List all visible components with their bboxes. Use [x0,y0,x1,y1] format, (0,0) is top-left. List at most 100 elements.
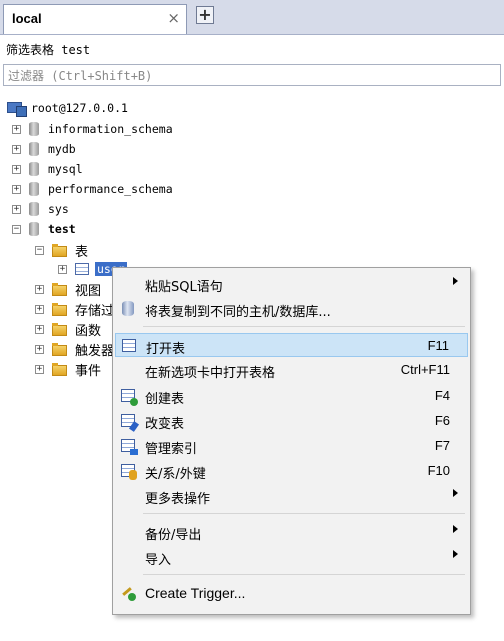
expand-icon[interactable]: + [12,204,21,214]
filter-title: 筛选表格 test [6,43,91,57]
menu-item-label: 更多表操作 [145,492,211,507]
db-label: mydb [48,142,76,156]
menu-item-open-new-tab[interactable]: 在新选项卡中打开表格 Ctrl+F11 [115,358,468,382]
table-icon [122,339,136,352]
menu-separator [143,513,465,514]
folder-label: 触发器 [75,343,115,359]
tab-label: local [12,11,42,26]
menu-item-label: 创建表 [145,392,185,407]
tree-db-row[interactable]: + information_schema [12,119,173,139]
tree-folder-row[interactable]: + 事件 [35,359,101,379]
database-icon [29,202,39,216]
menu-separator [143,326,465,327]
tree-folder-row[interactable]: + 存储过 [35,299,114,319]
tree-folder-row[interactable]: + 视图 [35,279,101,299]
expand-icon[interactable]: + [58,264,67,274]
menu-item-label: 导入 [145,553,172,568]
tree-db-row-test[interactable]: − test [12,219,76,239]
menu-item-label: 在新选项卡中打开表格 [145,366,276,381]
menu-item-shortcut: F11 [427,338,449,353]
expand-icon[interactable]: + [35,304,44,314]
tree-folder-tables[interactable]: − 表 [35,240,88,260]
menu-item-create-table[interactable]: 创建表 F4 [115,384,468,408]
menu-item-label: Create Trigger... [145,585,246,601]
database-copy-icon [122,301,134,316]
menu-item-import[interactable]: 导入 [115,545,468,569]
expand-icon[interactable]: + [12,164,21,174]
tree-db-row[interactable]: + performance_schema [12,179,173,199]
menu-item-open-table[interactable]: 打开表 F11 [115,333,468,357]
menu-item-foreign-keys[interactable]: 关/系/外键 F10 [115,459,468,483]
expand-icon[interactable]: + [12,144,21,154]
menu-item-more-table-ops[interactable]: 更多表操作 [115,484,468,508]
menu-item-label: 关/系/外键 [145,467,206,482]
tree-folder-row[interactable]: + 函数 [35,319,101,339]
menu-item-copy-table[interactable]: 将表复制到不同的主机/数据库... [115,297,468,321]
submenu-arrow-icon [453,525,458,533]
table-add-icon [121,389,138,406]
menu-item-shortcut: Ctrl+F11 [400,362,450,377]
index-icon [121,439,138,455]
tree-db-row[interactable]: + sys [12,199,69,219]
db-label: test [48,222,76,236]
submenu-arrow-icon [453,277,458,285]
expand-icon[interactable]: + [35,324,44,334]
menu-separator [143,574,465,575]
menu-item-alter-table[interactable]: 改变表 F6 [115,409,468,433]
trigger-icon [120,585,136,601]
collapse-icon[interactable]: − [12,224,21,234]
tree-root-row[interactable]: root@127.0.0.1 [7,98,128,118]
folder-icon [52,282,67,296]
tree-db-row[interactable]: + mydb [12,139,76,159]
tab-local[interactable]: local × [3,4,187,34]
collapse-icon[interactable]: − [35,245,44,255]
menu-item-shortcut: F7 [434,438,450,453]
folder-icon [52,362,67,376]
db-label: mysql [48,162,83,176]
expand-icon[interactable]: + [35,364,44,374]
folder-icon [52,342,67,356]
folder-label: 表 [75,244,89,260]
context-menu: 粘贴SQL语句 将表复制到不同的主机/数据库... 打开表 F11 在新选项卡中… [112,267,471,615]
menu-item-label: 改变表 [145,417,185,432]
folder-icon [52,322,67,336]
tree-folder-row[interactable]: + 触发器 [35,339,114,359]
menu-item-paste-sql[interactable]: 粘贴SQL语句 [115,272,468,296]
add-tab-button[interactable]: + [196,6,214,24]
menu-item-label: 备份/导出 [145,528,202,543]
tree-db-row[interactable]: + mysql [12,159,83,179]
db-label: performance_schema [48,182,173,196]
filter-input[interactable]: 过滤器 (Ctrl+Shift+B) [3,64,501,86]
database-icon [29,182,39,196]
folder-label: 视图 [75,283,102,299]
menu-item-label: 管理索引 [145,442,198,457]
folder-icon [52,302,67,316]
menu-item-manage-indexes[interactable]: 管理索引 F7 [115,434,468,458]
table-icon [75,263,89,275]
menu-item-backup-export[interactable]: 备份/导出 [115,520,468,544]
database-icon [29,122,39,136]
database-icon [29,222,39,236]
menu-item-shortcut: F6 [434,413,450,428]
tab-bar: local × + [0,0,504,35]
expand-icon[interactable]: + [35,344,44,354]
menu-item-shortcut: F10 [427,463,450,478]
submenu-arrow-icon [453,489,458,497]
menu-item-label: 将表复制到不同的主机/数据库... [145,305,331,320]
expand-icon[interactable]: + [35,284,44,294]
expand-icon[interactable]: + [12,124,21,134]
db-label: information_schema [48,122,173,136]
db-label: sys [48,202,69,216]
key-icon [121,464,137,480]
menu-item-label: 打开表 [146,342,186,357]
menu-item-label: 粘贴SQL语句 [145,280,223,295]
folder-label: 事件 [75,363,102,379]
folder-icon [52,243,67,257]
menu-item-create-trigger[interactable]: Create Trigger... [115,581,468,605]
database-icon [29,142,39,156]
expand-icon[interactable]: + [12,184,21,194]
submenu-arrow-icon [453,550,458,558]
folder-label: 存储过 [75,303,115,319]
server-icon [7,101,27,117]
close-icon[interactable]: × [167,10,180,26]
